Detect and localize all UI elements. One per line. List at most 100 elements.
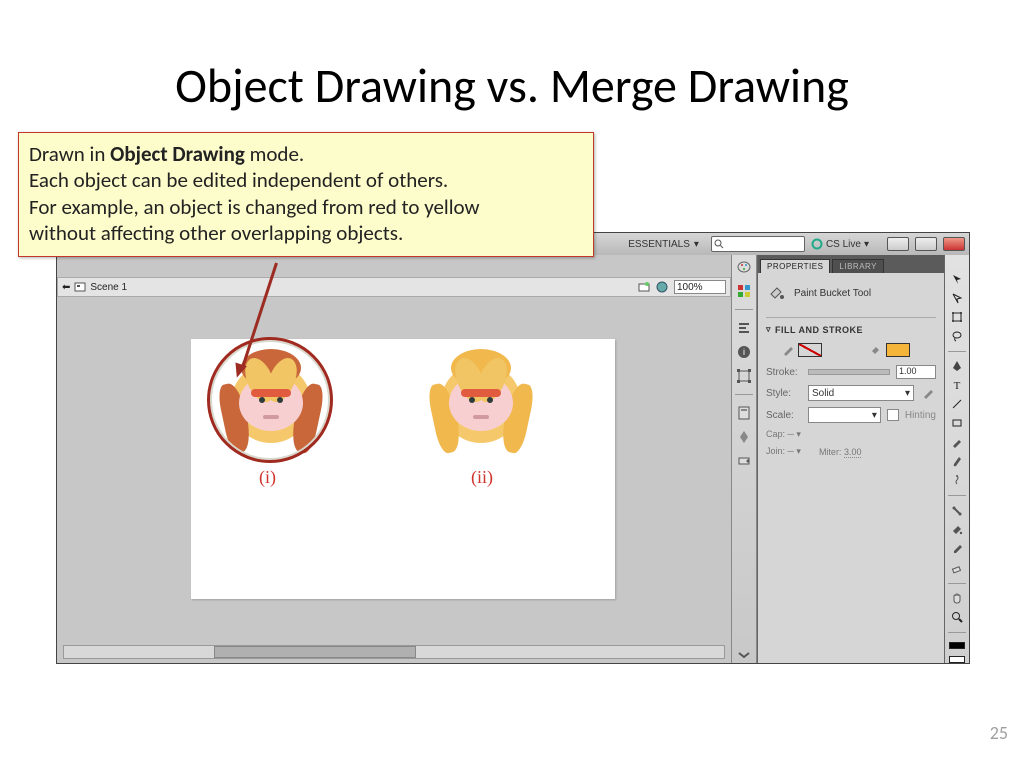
cs-live-button[interactable]: CS Live ▾ [811, 238, 869, 250]
tool-name: Paint Bucket Tool [794, 288, 871, 299]
eraser-tool-icon[interactable] [949, 562, 965, 574]
fill-color-swatch[interactable] [886, 343, 910, 357]
align-icon[interactable] [736, 320, 752, 336]
back-icon[interactable]: ⬅ [62, 282, 70, 293]
deco-tool-icon[interactable] [949, 474, 965, 486]
slide-title: Object Drawing vs. Merge Drawing [0, 56, 1024, 115]
bone-tool-icon[interactable] [949, 505, 965, 517]
panel-tabs: PROPERTIES LIBRARY [758, 255, 944, 273]
zoom-tool-icon[interactable] [949, 611, 965, 623]
stage-container[interactable]: (i) (ii) [63, 307, 725, 645]
caption-i: (i) [259, 467, 276, 488]
selection-tool-icon[interactable] [949, 273, 965, 285]
svg-text:T: T [954, 380, 961, 391]
chevron-down-icon: ▾ [864, 239, 869, 250]
style-value: Solid [812, 388, 834, 399]
style-edit-icon[interactable] [920, 385, 936, 401]
transform-icon[interactable] [736, 368, 752, 384]
tab-properties[interactable]: PROPERTIES [760, 259, 830, 273]
cs-live-label: CS Live [826, 239, 861, 250]
callout-line-2: Each object can be edited independent of… [29, 167, 583, 193]
palette-icon[interactable] [736, 259, 752, 275]
join-picker[interactable]: ─ ▾ [788, 446, 801, 456]
line-tool-icon[interactable] [949, 398, 965, 410]
section-chevron-icon[interactable]: ▿ [766, 324, 771, 335]
style-combo[interactable]: Solid ▾ [808, 385, 914, 401]
fill-color[interactable] [949, 656, 965, 663]
caption-ii: (ii) [471, 467, 493, 488]
miter-label: Miter: [819, 447, 842, 457]
zoom-value: 100% [677, 282, 703, 293]
scale-combo[interactable]: ▾ [808, 407, 881, 423]
library-icon[interactable] [736, 405, 752, 421]
rectangle-tool-icon[interactable] [949, 417, 965, 429]
paint-bucket-icon [766, 283, 786, 303]
callout-text: mode. [245, 141, 304, 167]
lasso-tool-icon[interactable] [949, 330, 965, 342]
hinting-label: Hinting [905, 410, 936, 421]
actions-icon[interactable] [736, 429, 752, 445]
stroke-color[interactable] [949, 642, 965, 649]
callout-text: Drawn in [29, 141, 110, 167]
stroke-value[interactable]: 1.00 [896, 365, 936, 379]
callout-line-3: For example, an object is changed from r… [29, 194, 583, 220]
stroke-label: Stroke: [766, 367, 802, 378]
section-title: FILL AND STROKE [775, 325, 863, 335]
stroke-color-swatch[interactable] [798, 343, 822, 357]
edit-scene-icon[interactable] [638, 281, 650, 293]
pencil-tool-icon[interactable] [949, 436, 965, 448]
chevron-down-icon: ▾ [694, 239, 699, 250]
hinting-checkbox[interactable] [887, 409, 899, 421]
tab-library[interactable]: LIBRARY [832, 259, 884, 273]
window-minimize[interactable] [887, 237, 909, 251]
illustration-face-ii [431, 353, 531, 463]
callout-box: Drawn in Object Drawing mode. Each objec… [18, 132, 594, 257]
fill-stroke-section: ▿ FILL AND STROKE [766, 317, 936, 457]
search-input[interactable] [711, 236, 805, 252]
free-transform-icon[interactable] [949, 311, 965, 323]
properties-panel: PROPERTIES LIBRARY Paint Bucket Tool ▿ F… [757, 255, 944, 663]
text-tool-icon[interactable]: T [949, 379, 965, 391]
app-body: ⬅ Scene 1 100% [57, 255, 969, 663]
pen-tool-icon[interactable] [949, 360, 965, 372]
scene-icon [74, 281, 86, 293]
window-maximize[interactable] [915, 237, 937, 251]
eyedropper-tool-icon[interactable] [949, 543, 965, 555]
callout-bold: Object Drawing [110, 141, 245, 167]
window-close[interactable] [943, 237, 965, 251]
chevron-down-icon: ▾ [872, 410, 877, 421]
stage-panel: ⬅ Scene 1 100% [57, 255, 731, 663]
callout-line-1: Drawn in Object Drawing mode. [29, 141, 583, 167]
page-number: 25 [990, 722, 1008, 744]
info-icon[interactable]: i [736, 344, 752, 360]
search-icon [714, 239, 724, 249]
scene-bar: ⬅ Scene 1 100% [57, 277, 731, 297]
chevron-down-icon: ▾ [905, 388, 910, 399]
style-label: Style: [766, 388, 802, 399]
dock-strip-1: i [731, 255, 757, 663]
swatches-icon[interactable] [736, 283, 752, 299]
stroke-slider[interactable] [808, 369, 890, 375]
miter-value[interactable]: 3.00 [844, 447, 862, 458]
flash-app-window: ESSENTIALS ▾ CS Live ▾ ⬅ Scene 1 [56, 232, 970, 664]
brush-tool-icon[interactable] [949, 455, 965, 467]
highlight-ring [207, 337, 333, 463]
scene-label: Scene 1 [90, 282, 127, 293]
join-label: Join: [766, 446, 785, 456]
workspace-switcher[interactable]: ESSENTIALS ▾ [622, 239, 705, 250]
scrollbar-thumb[interactable] [214, 646, 416, 658]
callout-line-4: without affecting other overlapping obje… [29, 220, 583, 246]
collapse-icon[interactable] [736, 647, 752, 663]
scale-label: Scale: [766, 410, 802, 421]
cap-picker[interactable]: ─ ▾ [788, 429, 801, 439]
zoom-input[interactable]: 100% [674, 280, 726, 294]
symbol-icon[interactable] [656, 281, 668, 293]
components-icon[interactable] [736, 453, 752, 469]
cap-label: Cap: [766, 429, 785, 439]
paint-bucket-tool-icon[interactable] [949, 524, 965, 536]
hand-tool-icon[interactable] [949, 592, 965, 604]
subselection-tool-icon[interactable] [949, 292, 965, 304]
workspace-label: ESSENTIALS [628, 239, 690, 250]
horizontal-scrollbar[interactable] [63, 645, 725, 659]
svg-text:i: i [743, 347, 745, 357]
